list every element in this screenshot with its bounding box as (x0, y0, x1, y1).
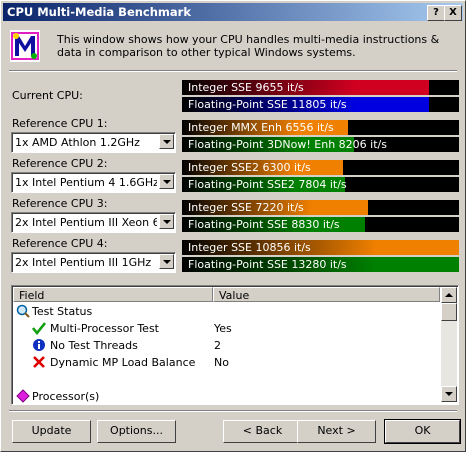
window-title: CPU Multi-Media Benchmark (7, 5, 191, 19)
reference-3-float-bar: Floating-Point SSE 8830 it/s (182, 217, 459, 232)
results-list[interactable]: Field Value Test Status Multi-Processor … (11, 285, 459, 405)
reference-cpu-3-select[interactable]: 2x Intel Pentium III Xeon 667MHz (11, 212, 176, 233)
back-button[interactable]: < Back (223, 420, 302, 443)
reference-cpu-3-label: Reference CPU 3: (12, 197, 108, 210)
reference-2-float-text: Floating-Point SSE2 7804 it/s (188, 178, 347, 191)
options-button[interactable]: Options... (97, 420, 176, 443)
column-header-value-label: Value (219, 289, 250, 302)
current-float-bar: Floating-Point SSE 11805 it/s (182, 97, 459, 112)
dropdown-arrow-icon[interactable] (159, 214, 174, 229)
list-item-field: Multi-Processor Test (50, 322, 159, 335)
magnifier-icon (16, 304, 30, 318)
reference-cpu-1-label: Reference CPU 1: (12, 117, 108, 130)
current-float-text: Floating-Point SSE 11805 it/s (188, 98, 347, 111)
list-item-value: No (214, 356, 229, 369)
list-item-field: Processor(s) (32, 390, 100, 403)
reference-cpu-2-value: 1x Intel Pentium 4 1.6GHz (15, 176, 157, 189)
reference-4-float-text: Floating-Point SSE 13280 it/s (188, 258, 347, 271)
update-button[interactable]: Update (12, 420, 91, 443)
column-header-field-label: Field (19, 289, 45, 302)
dropdown-arrow-icon[interactable] (159, 134, 174, 149)
list-item-field: Dynamic MP Load Balance (50, 356, 196, 369)
separator-bottom (9, 410, 457, 412)
column-header-value[interactable]: Value (213, 287, 440, 302)
intro-text: This window shows how your CPU handles m… (57, 33, 440, 59)
multimedia-m-icon (10, 30, 40, 62)
help-button[interactable]: ? (427, 5, 445, 21)
reference-1-integer-text: Integer MMX Enh 6556 it/s (188, 121, 334, 134)
reference-cpu-3-value: 2x Intel Pentium III Xeon 667MHz (15, 216, 157, 229)
reference-4-integer-bar: Integer SSE 10856 it/s (182, 240, 459, 255)
reference-2-integer-bar: Integer SSE2 6300 it/s (182, 160, 459, 175)
title-bar[interactable]: CPU Multi-Media Benchmark ? X (3, 3, 463, 21)
dropdown-arrow-icon[interactable] (159, 174, 174, 189)
reference-2-integer-text: Integer SSE2 6300 it/s (188, 161, 311, 174)
next-button[interactable]: Next > (297, 420, 376, 443)
list-item-field: No Test Threads (50, 339, 138, 352)
checkmark-icon (32, 322, 46, 335)
column-header-field[interactable]: Field (13, 287, 213, 302)
scroll-down-button[interactable] (441, 386, 457, 402)
separator-top (9, 70, 457, 72)
ok-button[interactable]: OK (384, 419, 461, 444)
dropdown-arrow-icon[interactable] (159, 254, 174, 269)
reference-1-integer-bar: Integer MMX Enh 6556 it/s (182, 120, 459, 135)
benchmark-window: CPU Multi-Media Benchmark ? X This windo… (0, 0, 466, 452)
current-cpu-label: Current CPU: (12, 89, 83, 102)
reference-cpu-4-label: Reference CPU 4: (12, 237, 108, 250)
reference-2-float-bar: Floating-Point SSE2 7804 it/s (182, 177, 459, 192)
scroll-up-button[interactable] (441, 287, 457, 303)
reference-1-float-text: Floating-Point 3DNow! Enh 8206 it/s (188, 138, 387, 151)
reference-3-float-text: Floating-Point SSE 8830 it/s (188, 218, 340, 231)
reference-cpu-4-select[interactable]: 2x Intel Pentium III 1GHz (11, 252, 176, 273)
list-item-value: Yes (214, 322, 232, 335)
reference-3-integer-bar: Integer SSE 7220 it/s (182, 200, 459, 215)
reference-cpu-1-select[interactable]: 1x AMD Athlon 1.2GHz (11, 132, 176, 153)
reference-cpu-2-select[interactable]: 1x Intel Pentium 4 1.6GHz (11, 172, 176, 193)
reference-cpu-1-value: 1x AMD Athlon 1.2GHz (15, 136, 140, 149)
reference-cpu-2-label: Reference CPU 2: (12, 157, 108, 170)
arrow-down-icon (445, 392, 453, 396)
reference-cpu-4-value: 2x Intel Pentium III 1GHz (15, 256, 152, 269)
close-button[interactable]: X (444, 5, 462, 21)
reference-4-integer-text: Integer SSE 10856 it/s (188, 241, 311, 254)
reference-3-integer-text: Integer SSE 7220 it/s (188, 201, 304, 214)
arrow-up-icon (445, 293, 453, 297)
reference-1-float-bar: Floating-Point 3DNow! Enh 8206 it/s (182, 137, 459, 152)
red-x-icon (33, 356, 45, 368)
current-integer-bar: Integer SSE 9655 it/s (182, 80, 459, 95)
diamond-icon (16, 389, 30, 403)
list-item-value: 2 (214, 339, 221, 352)
current-integer-text: Integer SSE 9655 it/s (188, 81, 304, 94)
info-icon (33, 339, 45, 351)
vertical-scrollbar[interactable] (441, 287, 457, 402)
reference-4-float-bar: Floating-Point SSE 13280 it/s (182, 257, 459, 272)
scroll-thumb[interactable] (441, 303, 457, 321)
list-item-field: Test Status (32, 305, 93, 318)
